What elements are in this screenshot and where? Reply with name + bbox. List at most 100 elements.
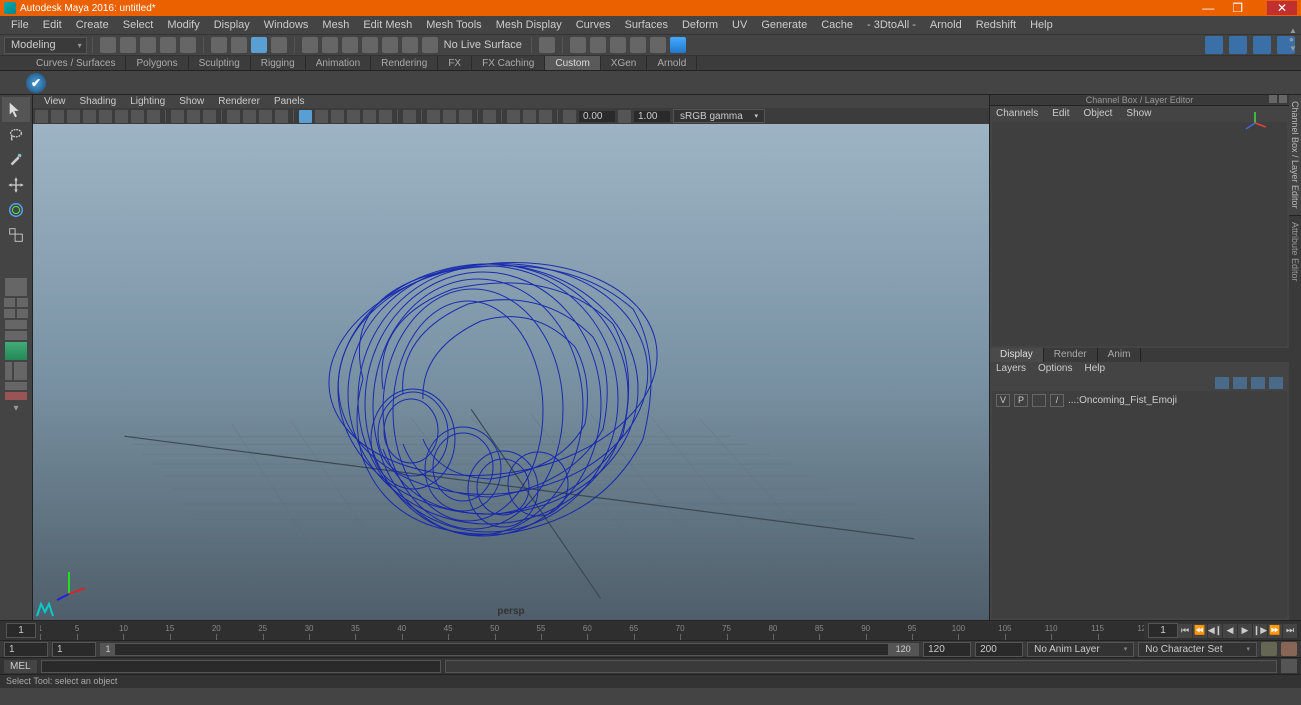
shadows-icon[interactable] xyxy=(243,110,256,123)
isolate-select-icon[interactable] xyxy=(483,110,496,123)
menu-cache[interactable]: Cache xyxy=(814,17,860,33)
layer-playback-toggle[interactable]: P xyxy=(1014,394,1028,407)
new-scene-icon[interactable] xyxy=(100,37,116,53)
layout-persp-out[interactable] xyxy=(3,361,29,381)
channel-list[interactable] xyxy=(992,122,1287,346)
xray-joints-icon[interactable] xyxy=(507,110,520,123)
close-panel-icon[interactable] xyxy=(1279,95,1287,103)
range-handle-left[interactable]: 1 xyxy=(101,644,115,655)
gate-mask-icon[interactable] xyxy=(115,110,128,123)
layout-outliner[interactable] xyxy=(3,341,29,361)
side-tab-channel-box[interactable]: Channel Box / Layer Editor xyxy=(1289,95,1301,216)
render-settings-icon[interactable] xyxy=(610,37,626,53)
new-empty-layer-icon[interactable] xyxy=(1251,377,1265,389)
resolution-gate-icon[interactable] xyxy=(99,110,112,123)
render-icon[interactable] xyxy=(570,37,586,53)
menu-mesh-tools[interactable]: Mesh Tools xyxy=(419,17,488,33)
step-back-icon[interactable]: ◀❙ xyxy=(1208,624,1222,638)
layer-menu-options[interactable]: Options xyxy=(1038,363,1072,374)
layer-tab-display[interactable]: Display xyxy=(990,348,1044,362)
chan-menu-object[interactable]: Object xyxy=(1084,108,1113,119)
safe-action-icon[interactable] xyxy=(147,110,160,123)
camera-select-icon[interactable] xyxy=(35,110,48,123)
snap-point-icon[interactable] xyxy=(342,37,358,53)
dof-icon[interactable] xyxy=(363,110,376,123)
msaa-icon[interactable] xyxy=(379,110,392,123)
panel-layout-icon-2[interactable] xyxy=(1229,36,1247,54)
menu-edit-mesh[interactable]: Edit Mesh xyxy=(356,17,419,33)
shelf-tab-rendering[interactable]: Rendering xyxy=(371,56,438,70)
go-end-icon[interactable]: ⏭ xyxy=(1283,624,1297,638)
shelf-tab-custom[interactable]: Custom xyxy=(545,56,600,70)
new-layer-icon[interactable] xyxy=(1269,377,1283,389)
bookmark-icon[interactable] xyxy=(51,110,64,123)
script-editor-icon[interactable] xyxy=(1281,659,1297,673)
colorspace-select[interactable]: sRGB gamma▾ xyxy=(673,109,765,123)
menu-generate[interactable]: Generate xyxy=(754,17,814,33)
select-component-icon[interactable] xyxy=(271,37,287,53)
layer-shading-toggle[interactable]: / xyxy=(1050,394,1064,407)
shelf-tab-polygons[interactable]: Polygons xyxy=(126,56,188,70)
snap-grid-icon[interactable] xyxy=(302,37,318,53)
anim-start-field[interactable]: 1 xyxy=(4,642,48,657)
lasso-tool[interactable] xyxy=(2,122,30,147)
snap-curve-icon[interactable] xyxy=(322,37,338,53)
side-tab-attribute-editor[interactable]: Attribute Editor xyxy=(1289,216,1301,288)
xray-component-icon[interactable] xyxy=(523,110,536,123)
play-fwd-icon[interactable]: ▶ xyxy=(1238,624,1252,638)
layer-menu-help[interactable]: Help xyxy=(1084,363,1105,374)
exposure-value[interactable]: 0.00 xyxy=(579,111,615,122)
layout-more[interactable]: ▾ xyxy=(2,401,30,415)
menu-modify[interactable]: Modify xyxy=(160,17,206,33)
close-button[interactable]: ✕ xyxy=(1267,1,1297,15)
construction-history-icon[interactable] xyxy=(539,37,555,53)
menu-create[interactable]: Create xyxy=(69,17,116,33)
xray-icon[interactable] xyxy=(275,110,288,123)
motion-blur-icon[interactable] xyxy=(315,110,328,123)
panel-menu-lighting[interactable]: Lighting xyxy=(123,96,172,107)
minimize-button[interactable]: — xyxy=(1202,1,1214,15)
layer-display-type[interactable] xyxy=(1032,394,1046,407)
shelf-tab-fx[interactable]: FX xyxy=(438,56,472,70)
hypershade-icon[interactable] xyxy=(650,37,666,53)
menu-curves[interactable]: Curves xyxy=(569,17,618,33)
range-slider[interactable]: 1 120 xyxy=(100,643,919,656)
panel-menu-shading[interactable]: Shading xyxy=(73,96,124,107)
step-fwd-key-icon[interactable]: ⏩ xyxy=(1268,624,1282,638)
menu-deform[interactable]: Deform xyxy=(675,17,725,33)
gamma-value[interactable]: 1.00 xyxy=(634,111,670,122)
shelf-tab-animation[interactable]: Animation xyxy=(306,56,371,70)
render-view-icon[interactable] xyxy=(630,37,646,53)
shelf-tab-xgen[interactable]: XGen xyxy=(601,56,648,70)
move-tool[interactable] xyxy=(2,172,30,197)
film-gate-icon[interactable] xyxy=(83,110,96,123)
prefs-icon[interactable] xyxy=(1281,642,1297,656)
chan-menu-edit[interactable]: Edit xyxy=(1052,108,1069,119)
menu-arnold[interactable]: Arnold xyxy=(923,17,969,33)
maximize-button[interactable]: ❐ xyxy=(1232,1,1243,15)
layer-name[interactable]: ...:Oncoming_Fist_Emoji xyxy=(1068,395,1177,406)
go-start-icon[interactable]: ⏮ xyxy=(1178,624,1192,638)
hardware-fog-icon[interactable] xyxy=(539,110,552,123)
layer-row[interactable]: V P / ...:Oncoming_Fist_Emoji xyxy=(994,393,1285,408)
menu-file[interactable]: File xyxy=(4,17,36,33)
menu-display[interactable]: Display xyxy=(207,17,257,33)
panel-menu-renderer[interactable]: Renderer xyxy=(211,96,267,107)
shelf-tab-curves[interactable]: Curves / Surfaces xyxy=(26,56,126,70)
textured-icon[interactable] xyxy=(203,110,216,123)
save-scene-icon[interactable] xyxy=(140,37,156,53)
layer-menu-layers[interactable]: Layers xyxy=(996,363,1026,374)
shelf-tab-fxcaching[interactable]: FX Caching xyxy=(472,56,545,70)
menu-windows[interactable]: Windows xyxy=(257,17,316,33)
mode-selector[interactable]: Modeling xyxy=(4,37,87,54)
default-light-icon[interactable] xyxy=(403,110,416,123)
menu-mesh[interactable]: Mesh xyxy=(315,17,356,33)
panel-menu-panels[interactable]: Panels xyxy=(267,96,312,107)
snap-surface-icon[interactable] xyxy=(382,37,398,53)
shelf-up-icon[interactable]: ▲ xyxy=(1289,26,1299,34)
dock-icon[interactable] xyxy=(1269,95,1277,103)
layout-graph[interactable] xyxy=(3,381,29,401)
redo-icon[interactable] xyxy=(180,37,196,53)
grid-icon[interactable] xyxy=(427,110,440,123)
character-set-select[interactable]: No Character Set xyxy=(1138,642,1257,657)
